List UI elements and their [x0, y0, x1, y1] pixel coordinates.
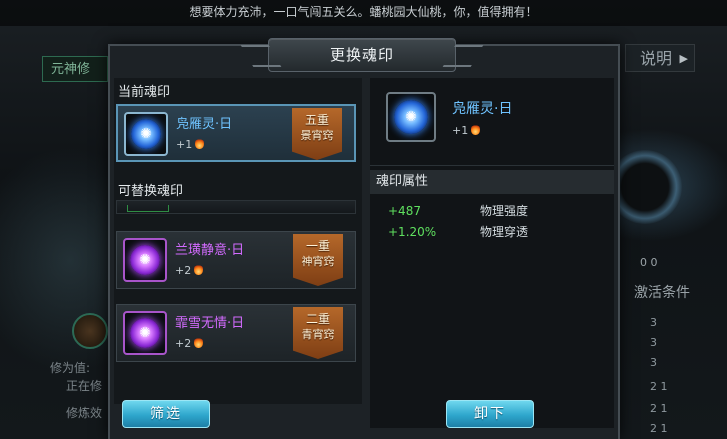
- unequip-button[interactable]: 卸下: [446, 400, 534, 428]
- instructions-label: 说明: [640, 49, 673, 68]
- purple-swirl-orb-icon: ✺: [130, 245, 160, 275]
- slot-badge-name: 青宵窍: [301, 328, 335, 341]
- detail-level-value: +1: [452, 124, 469, 137]
- dialog-title: 更换魂印: [329, 46, 394, 64]
- seal-option-card[interactable]: ✺ 兰璜静意·日 +2 一重 神宵窍: [116, 231, 356, 289]
- cultivation-efficiency-label: 修炼效: [66, 406, 103, 420]
- activation-condition-label: 激活条件: [634, 285, 690, 301]
- detail-seal-level: +1: [452, 124, 481, 137]
- activation-counts: 0 0: [640, 256, 658, 269]
- seal-name: 霏雪无情·日: [175, 316, 245, 331]
- blue-swirl-orb-icon: ✺: [394, 100, 428, 134]
- slot-badge: 一重 神宵窍: [293, 234, 343, 286]
- attribute-row: +1.20% 物理穿透: [388, 223, 528, 240]
- attribute-row: +487 物理强度: [388, 202, 528, 219]
- condition-row: 3: [650, 356, 657, 369]
- blue-swirl-orb-icon: ✺: [131, 119, 161, 149]
- dialog-title-plate: 更换魂印: [268, 38, 456, 72]
- attribute-value: +487: [388, 204, 421, 218]
- seal-attributes-header: 魂印属性: [370, 170, 614, 194]
- seal-level-value: +2: [175, 337, 192, 350]
- flame-icon: [195, 138, 205, 149]
- partially-hidden-list-item[interactable]: [116, 200, 356, 214]
- cultivation-tab[interactable]: 元神修: [42, 56, 108, 82]
- seal-name: 兰璜静意·日: [175, 243, 245, 258]
- seal-level-value: +2: [175, 264, 192, 277]
- current-seal-card[interactable]: ✺ 凫雁灵·日 +1 五重 景宵窍: [116, 104, 356, 162]
- seal-option-card[interactable]: ✺ 霏雪无情·日 +2 二重 青宵窍: [116, 304, 356, 362]
- condition-row: 2 1: [650, 402, 668, 415]
- detail-seal-name: 凫雁灵·日: [452, 101, 513, 117]
- detail-divider: [370, 165, 614, 166]
- slot-badge-tier: 二重: [305, 312, 330, 326]
- condition-row: 2 1: [650, 380, 668, 393]
- detail-seal-icon: ✺: [386, 92, 436, 142]
- slot-badge-name: 神宵窍: [301, 255, 335, 268]
- seal-level: +2: [175, 337, 204, 350]
- flame-icon: [471, 124, 481, 135]
- seal-level: +1: [176, 138, 205, 151]
- slot-badge: 五重 景宵窍: [292, 108, 342, 160]
- cultivating-label: 正在修: [66, 379, 103, 393]
- seal-level-value: +1: [176, 138, 193, 151]
- slot-badge: 二重 青宵窍: [293, 307, 343, 359]
- purple-swirl-orb-icon: ✺: [130, 318, 160, 348]
- seal-name: 凫雁灵·日: [176, 117, 233, 132]
- filter-button[interactable]: 筛选: [122, 400, 210, 428]
- seal-icon-frame: ✺: [386, 92, 436, 142]
- current-seal-label: 当前魂印: [118, 85, 171, 100]
- flame-icon: [194, 337, 204, 348]
- attribute-name: 物理强度: [480, 204, 529, 218]
- seal-icon-frame: ✺: [123, 311, 167, 355]
- announcement-marquee: 想要体力充沛，一口气闯五关么。蟠桃园大仙桃，你，值得拥有！: [0, 0, 727, 26]
- attribute-value: +1.20%: [388, 225, 437, 239]
- slot-badge-name: 景宵窍: [300, 129, 334, 142]
- flame-icon: [194, 264, 204, 275]
- replaceable-seal-label: 可替换魂印: [118, 184, 184, 199]
- item-edge: [127, 205, 169, 212]
- arrow-right-icon: ▶: [679, 52, 688, 65]
- cultivation-value-label: 修为值:: [50, 361, 91, 375]
- condition-row: 3: [650, 316, 657, 329]
- seal-level: +2: [175, 264, 204, 277]
- slot-badge-tier: 五重: [304, 113, 329, 127]
- seal-icon-frame: ✺: [124, 112, 168, 156]
- cultivation-emblem: [72, 313, 108, 349]
- seal-icon-frame: ✺: [123, 238, 167, 282]
- condition-row: 2 1: [650, 422, 668, 435]
- instructions-tab[interactable]: 说明 ▶: [625, 44, 695, 72]
- slot-badge-tier: 一重: [305, 239, 330, 253]
- condition-row: 3: [650, 336, 657, 349]
- attribute-name: 物理穿透: [480, 225, 529, 239]
